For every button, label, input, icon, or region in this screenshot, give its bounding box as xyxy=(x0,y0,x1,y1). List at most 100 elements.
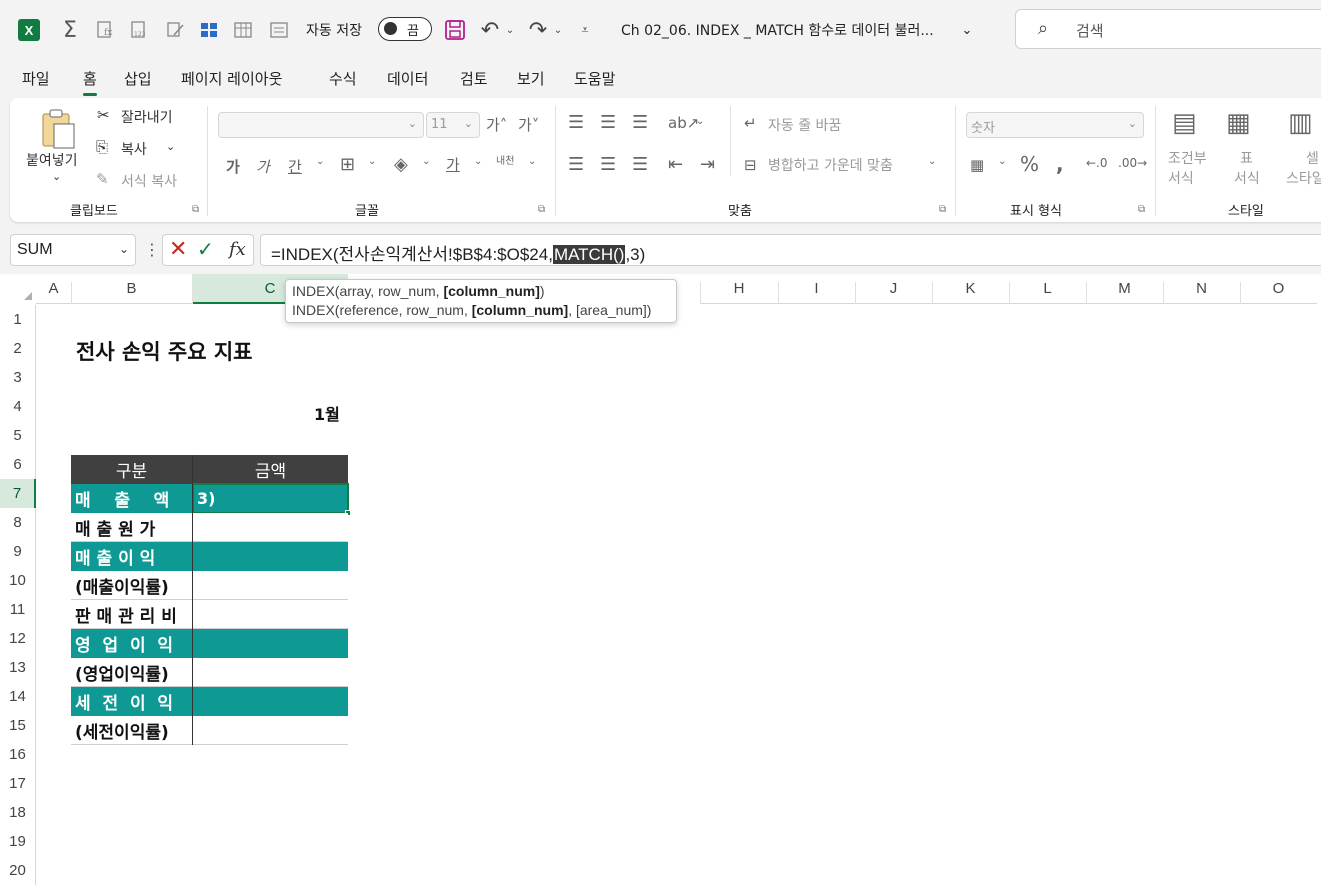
month-label[interactable]: 1월 xyxy=(314,401,340,425)
decrease-font-icon[interactable]: 가˅ xyxy=(518,114,539,135)
row-header[interactable]: 5 xyxy=(0,421,36,450)
font-color-icon[interactable]: 가 xyxy=(446,154,460,175)
row-header[interactable]: 17 xyxy=(0,769,36,798)
table-icon[interactable] xyxy=(232,18,254,42)
tab-file[interactable]: 파일 xyxy=(22,68,50,89)
italic-icon[interactable]: 가 xyxy=(256,156,270,177)
align-center-icon[interactable]: ☰ xyxy=(600,154,616,175)
row-header[interactable]: 10 xyxy=(0,566,36,595)
increase-indent-icon[interactable]: ⇥ xyxy=(700,154,715,175)
tab-data[interactable]: 데이터 xyxy=(387,68,428,89)
table-row-label[interactable]: 세 전 이 익 xyxy=(71,687,192,716)
number-launcher-icon[interactable]: ⧉ xyxy=(1138,204,1145,215)
table-label-2[interactable]: 서식 xyxy=(1234,168,1260,188)
align-bottom-icon[interactable]: ☰ xyxy=(632,112,648,133)
row-header[interactable]: 14 xyxy=(0,682,36,711)
column-header-i[interactable]: I xyxy=(778,274,855,304)
insert-function-icon[interactable]: fx xyxy=(94,18,116,42)
scissors-icon[interactable]: ✂ xyxy=(97,106,110,124)
table-row-label[interactable]: (매출이익률) xyxy=(71,571,192,600)
cut-label[interactable]: 잘라내기 xyxy=(121,107,173,127)
column-header-j[interactable]: J xyxy=(855,274,932,304)
copy-dropdown-icon[interactable]: ⌄ xyxy=(166,140,175,153)
wrap-text-label[interactable]: 자동 줄 바꿈 xyxy=(768,115,841,135)
tab-page-layout[interactable]: 페이지 레이아웃 xyxy=(181,68,282,89)
more-options-icon[interactable]: ⋮ xyxy=(144,240,160,259)
increase-font-icon[interactable]: 가˄ xyxy=(486,114,507,135)
tooltip-signature-1[interactable]: INDEX(array, row_num, [column_num]) xyxy=(292,283,545,299)
accounting-format-icon[interactable]: ▦ xyxy=(970,156,984,174)
name-box[interactable]: SUM ⌄ xyxy=(10,234,136,266)
table-row-value[interactable] xyxy=(193,716,348,745)
tab-insert[interactable]: 삽입 xyxy=(124,68,152,89)
paste-label[interactable]: 붙여넣기 xyxy=(26,150,78,170)
table-row-value[interactable] xyxy=(193,542,348,571)
decrease-decimal-icon[interactable]: .00→ xyxy=(1118,156,1147,170)
undo-dropdown-icon[interactable]: ⌄ xyxy=(504,18,516,42)
row-header[interactable]: 2 xyxy=(0,334,36,363)
function-tooltip[interactable]: INDEX(array, row_num, [column_num]) INDE… xyxy=(285,279,677,323)
redo-icon[interactable]: ↷ xyxy=(526,18,550,43)
align-middle-icon[interactable]: ☰ xyxy=(600,112,616,133)
customize-toolbar-icon[interactable]: ⩡ xyxy=(578,18,592,42)
search-box[interactable]: ⌕ 검색 xyxy=(1015,9,1321,49)
format-painter-label[interactable]: 서식 복사 xyxy=(121,171,177,191)
clipboard-launcher-icon[interactable]: ⧉ xyxy=(192,204,199,215)
column-header-m[interactable]: M xyxy=(1086,274,1163,304)
table-row-label[interactable]: 매 출 액 xyxy=(71,484,192,513)
form-icon[interactable] xyxy=(268,18,290,42)
tab-help[interactable]: 도움말 xyxy=(574,68,615,89)
table-row-value[interactable] xyxy=(193,687,348,716)
row-header[interactable]: 20 xyxy=(0,856,36,885)
bold-icon[interactable]: 가 xyxy=(226,156,240,177)
font-size-select[interactable]: 11 ⌄ xyxy=(426,112,480,138)
save-icon[interactable] xyxy=(444,18,466,42)
row-header[interactable]: 9 xyxy=(0,537,36,566)
percent-icon[interactable]: % xyxy=(1020,152,1039,176)
tab-home[interactable]: 홈 xyxy=(83,68,97,96)
cancel-icon[interactable]: ✕ xyxy=(169,237,187,262)
row-header[interactable]: 16 xyxy=(0,740,36,769)
tooltip-signature-2[interactable]: INDEX(reference, row_num, [column_num], … xyxy=(292,302,651,318)
orientation-icon[interactable]: ab↗ xyxy=(668,114,699,132)
table-row-label[interactable]: (영업이익률) xyxy=(71,658,192,687)
worksheet-grid[interactable]: A B C D E F G H I J K L M N O 1 2 3 4 5 … xyxy=(0,274,1321,890)
undo-icon[interactable]: ↶ xyxy=(478,18,502,43)
number-format-select[interactable]: 숫자 ⌄ xyxy=(966,112,1144,138)
border-icon[interactable]: ⊞ xyxy=(340,154,355,175)
conditional-formatting-icon[interactable]: ▤ xyxy=(1172,108,1197,138)
column-header-o[interactable]: O xyxy=(1240,274,1317,304)
conditional-label-1[interactable]: 조건부 xyxy=(1168,148,1207,168)
table-row-label[interactable]: 영 업 이 익 xyxy=(71,629,192,658)
enter-icon[interactable]: ✓ xyxy=(197,237,214,261)
row-header[interactable]: 18 xyxy=(0,798,36,827)
paste-dropdown-icon[interactable]: ⌄ xyxy=(52,170,61,183)
format-table-icon[interactable]: ▦ xyxy=(1226,108,1251,138)
copy-label[interactable]: 복사 xyxy=(121,139,147,159)
sheet-title[interactable]: 전사 손익 주요 지표 xyxy=(76,336,253,366)
alignment-launcher-icon[interactable]: ⧉ xyxy=(939,204,946,215)
fill-color-icon[interactable]: ◈ xyxy=(394,154,408,175)
title-chevron-down-icon[interactable]: ⌄ xyxy=(960,18,974,42)
table-row-value[interactable] xyxy=(193,658,348,687)
row-header[interactable]: 1 xyxy=(0,305,36,334)
increase-decimal-icon[interactable]: ←.0 xyxy=(1086,156,1108,170)
select-all-button[interactable] xyxy=(0,274,36,304)
insert-function-button[interactable]: fx xyxy=(229,239,246,260)
table-row-label[interactable]: 매 출 이 익 xyxy=(71,542,192,571)
row-header[interactable]: 12 xyxy=(0,624,36,653)
table-row-label[interactable]: (세전이익률) xyxy=(71,716,192,745)
cell-styles-label-1[interactable]: 셀 xyxy=(1306,148,1319,168)
merge-dropdown-icon[interactable]: ⌄ xyxy=(928,156,936,167)
cell-styles-icon[interactable]: ▥ xyxy=(1288,108,1313,138)
accounting-dropdown-icon[interactable]: ⌄ xyxy=(998,156,1006,167)
table-row-label[interactable]: 판 매 관 리 비 xyxy=(71,600,192,629)
row-header[interactable]: 4 xyxy=(0,392,36,421)
table-header-category[interactable]: 구분 xyxy=(71,455,192,484)
formula-input[interactable]: =INDEX(전사손익계산서!$B$4:$O$24,MATCH(),3) xyxy=(260,234,1321,266)
font-color-dropdown-icon[interactable]: ⌄ xyxy=(474,156,482,167)
column-header-a[interactable]: A xyxy=(36,274,71,304)
row-header[interactable]: 13 xyxy=(0,653,36,682)
copy-icon[interactable]: ⎘ xyxy=(96,138,108,156)
table-label-1[interactable]: 표 xyxy=(1240,148,1253,168)
